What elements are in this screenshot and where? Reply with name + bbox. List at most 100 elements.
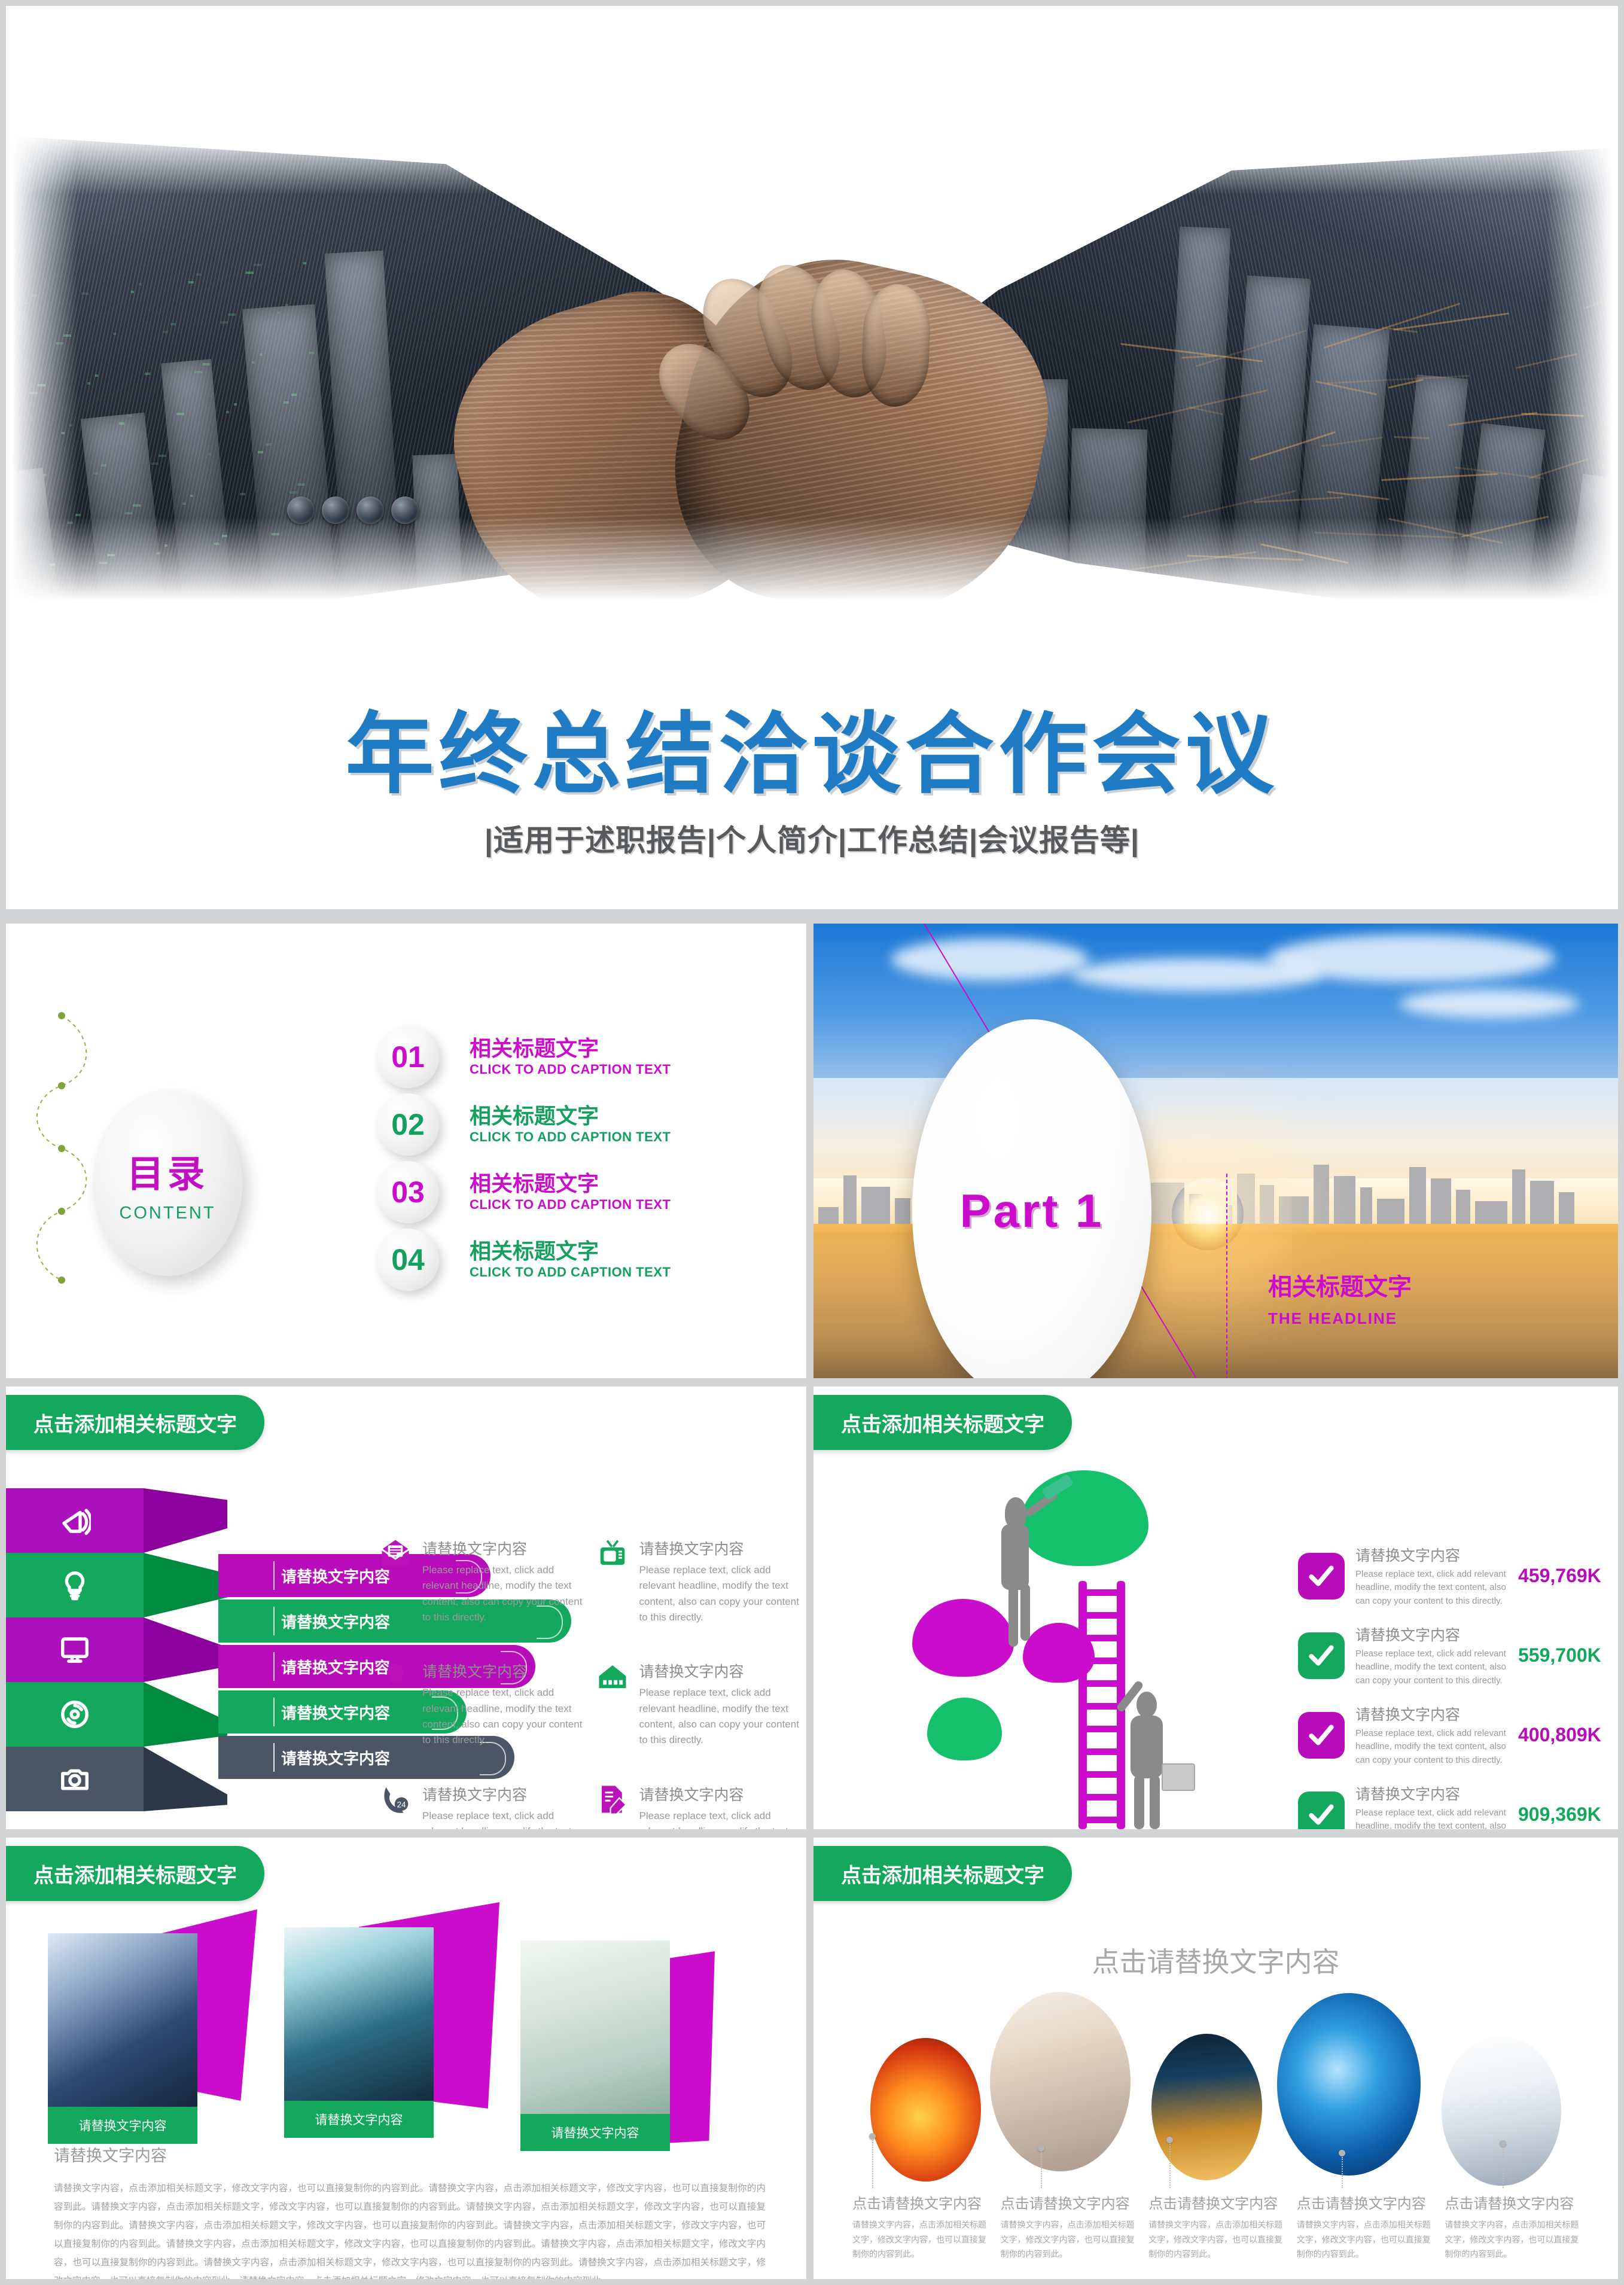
photo-card-caption: 请替换文字内容 [284, 2101, 434, 2138]
feature-item[interactable]: 请替换文字内容 Please replace text, click add r… [377, 1660, 588, 1748]
megaphone-icon [6, 1488, 144, 1553]
photo-card[interactable]: 请替换文字内容 [284, 1927, 434, 2138]
disc-icon [6, 1682, 144, 1747]
feature-body: Please replace text, click add relevant … [639, 1687, 799, 1746]
feature-item[interactable]: 请替换文字内容 Please replace text, click add r… [377, 1537, 588, 1625]
checklist-body: Please replace text, click add relevant … [1355, 1807, 1506, 1829]
slide-pill-title: 点击添加相关标题文字 [6, 1395, 264, 1450]
connector-dot [869, 2133, 876, 2140]
camera-icon [6, 1747, 144, 1811]
bar-label: 请替换文字内容 [281, 1567, 391, 1586]
toc-item-number: 02 [377, 1093, 439, 1156]
toc-item[interactable]: 03 相关标题文字 CLICK TO ADD CAPTION TEXT [353, 1158, 784, 1226]
slide-part-divider: Part 1 相关标题文字 THE HEADLINE [813, 924, 1618, 1378]
photo-cards: 请替换文字内容 请替换文字内容 请替换文字内容 [30, 1902, 784, 2151]
checklist-row[interactable]: 请替换文字内容 Please replace text, click add r… [1298, 1616, 1609, 1695]
feature-grid: 请替换文字内容 Please replace text, click add r… [377, 1537, 805, 1829]
part-headline-block: 相关标题文字 THE HEADLINE [1268, 1268, 1412, 1328]
toc-item-number: 01 [377, 1025, 439, 1088]
checklist-heading: 请替换文字内容 [1355, 1547, 1461, 1564]
toc-item-number: 03 [377, 1160, 439, 1223]
slide-pill-title: 点击添加相关标题文字 [813, 1846, 1072, 1901]
checklist-heading: 请替换文字内容 [1355, 1706, 1461, 1723]
toc-item-heading: 相关标题文字 [470, 1103, 599, 1128]
toc-badge-en: CONTENT [119, 1203, 216, 1223]
toc-item-heading: 相关标题文字 [470, 1238, 599, 1263]
checklist-row[interactable]: 请替换文字内容 Please replace text, click add r… [1298, 1775, 1609, 1829]
gallery-heading: 点击请替换文字内容 [852, 2196, 982, 2212]
gallery-column: 点击请替换文字内容 请替换文字内容，点击添加相关标题文字，修改文字内容，也可以直… [1297, 2137, 1434, 2262]
checklist-row[interactable]: 请替换文字内容 Please replace text, click add r… [1298, 1695, 1609, 1775]
feature-item[interactable]: 请替换文字内容 Please replace text, click add r… [594, 1660, 805, 1748]
toc-item[interactable]: 01 相关标题文字 CLICK TO ADD CAPTION TEXT [353, 1023, 784, 1090]
slide-circle-gallery: 点击添加相关标题文字 点击请替换文字内容 点击请替换文字内容 请替换文字内容，点… [813, 1838, 1618, 2279]
connector-dot [1500, 2140, 1507, 2147]
check-icon [1298, 1632, 1345, 1679]
checklist-heading: 请替换文字内容 [1355, 1786, 1461, 1803]
connector-line [1503, 2147, 1504, 2188]
feature-item[interactable]: 请替换文字内容 Please replace text, click add r… [594, 1537, 805, 1625]
checklist-value: 559,700K [1518, 1644, 1601, 1666]
gallery-caption-row: 点击请替换文字内容 请替换文字内容，点击添加相关标题文字，修改文字内容，也可以直… [852, 2133, 1582, 2262]
gallery-body: 请替换文字内容，点击添加相关标题文字，修改文字内容，也可以直接复制你的内容到此。 [1296, 2220, 1431, 2259]
feature-item[interactable]: 24 请替换文字内容 Please replace text, click ad… [377, 1783, 588, 1829]
check-icon [1298, 1552, 1345, 1600]
connector-line [1040, 2152, 1042, 2188]
toc-item-heading: 相关标题文字 [470, 1171, 599, 1196]
feature-heading: 请替换文字内容 [422, 1541, 528, 1558]
connector-line [1341, 2157, 1343, 2188]
connector-line [1169, 2144, 1171, 2188]
slide-photo-collage: 点击添加相关标题文字 请替换文字内容 请替换文字内容 请替换文字内容 请替换文字… [6, 1838, 806, 2279]
connector-dot [1037, 2145, 1044, 2152]
briefcase-icon [1162, 1763, 1195, 1791]
stack-item[interactable] [6, 1488, 293, 1553]
ladder-illustration [903, 1464, 1274, 1829]
check-icon [1298, 1711, 1345, 1759]
slide-pill-title: 点击添加相关标题文字 [813, 1395, 1072, 1450]
gallery-column: 点击请替换文字内容 请替换文字内容，点击添加相关标题文字，修改文字内容，也可以直… [1001, 2137, 1138, 2262]
slide-layered-bars: 点击添加相关标题文字 请替换文字内容 请替换文字内容 请替换文字内容 请替换文字… [6, 1387, 806, 1829]
svg-text:24: 24 [397, 1800, 407, 1809]
toc-item-caption: CLICK TO ADD CAPTION TEXT [470, 1062, 671, 1077]
photo-card[interactable]: 请替换文字内容 [520, 1940, 670, 2151]
toc-item-caption: CLICK TO ADD CAPTION TEXT [470, 1129, 671, 1145]
toc-item-caption: CLICK TO ADD CAPTION TEXT [470, 1265, 671, 1280]
gallery-body: 请替换文字内容，点击添加相关标题文字，修改文字内容，也可以直接复制你的内容到此。 [1148, 2220, 1283, 2259]
edit-document-icon [594, 1783, 631, 1820]
lightbulb-icon [6, 1553, 144, 1617]
feature-body: Please replace text, click add relevant … [422, 1564, 583, 1623]
monitor-icon [6, 1617, 144, 1682]
gallery-column: 点击请替换文字内容 请替换文字内容，点击添加相关标题文字，修改文字内容，也可以直… [852, 2133, 990, 2262]
photo-card-caption: 请替换文字内容 [48, 2107, 197, 2144]
toc-item-caption: CLICK TO ADD CAPTION TEXT [470, 1197, 671, 1212]
gallery-body: 请替换文字内容，点击添加相关标题文字，修改文字内容，也可以直接复制你的内容到此。 [1000, 2220, 1135, 2259]
photo-card[interactable]: 请替换文字内容 [48, 1933, 197, 2144]
bar-label: 请替换文字内容 [281, 1613, 391, 1631]
bar-label: 请替换文字内容 [281, 1658, 391, 1677]
ppt-preview-page: 年终总结洽谈合作会议 |适用于述职报告|个人简介|工作总结|会议报告等| 目录 … [0, 0, 1624, 2285]
feature-heading: 请替换文字内容 [639, 1541, 744, 1558]
gallery-heading: 点击请替换文字内容 [1296, 2196, 1426, 2212]
person-standing [1137, 1692, 1157, 1718]
checklist-heading: 请替换文字内容 [1355, 1626, 1461, 1644]
gallery-body: 请替换文字内容，点击添加相关标题文字，修改文字内容，也可以直接复制你的内容到此。 [852, 2220, 986, 2259]
body-heading: 请替换文字内容 [54, 2147, 167, 2165]
part-divider-line [1226, 1174, 1227, 1378]
gallery-column: 点击请替换文字内容 请替换文字内容，点击添加相关标题文字，修改文字内容，也可以直… [1445, 2137, 1582, 2262]
feature-body: Please replace text, click add relevant … [422, 1687, 583, 1746]
toc-item[interactable]: 04 相关标题文字 CLICK TO ADD CAPTION TEXT [353, 1226, 784, 1293]
feature-heading: 请替换文字内容 [422, 1786, 528, 1803]
gallery-heading: 点击请替换文字内容 [1000, 2196, 1130, 2212]
checklist-body: Please replace text, click add relevant … [1355, 1648, 1506, 1686]
connector-line [872, 2140, 873, 2188]
toc-item[interactable]: 02 相关标题文字 CLICK TO ADD CAPTION TEXT [353, 1090, 784, 1158]
checklist-value: 459,769K [1518, 1565, 1601, 1586]
gallery-center-title: 点击请替换文字内容 [1092, 1946, 1340, 1978]
feature-item[interactable]: 请替换文字内容 Please replace text, click add r… [594, 1783, 805, 1829]
envelope-icon [377, 1537, 414, 1574]
checklist-row[interactable]: 请替换文字内容 Please replace text, click add r… [1298, 1536, 1609, 1616]
page-title: 年终总结洽谈合作会议 [345, 705, 1279, 804]
checklist-body: Please replace text, click add relevant … [1355, 1728, 1506, 1765]
hand-touching-gears-interface [520, 1940, 670, 2114]
gallery-column: 点击请替换文字内容 请替换文字内容，点击添加相关标题文字，修改文字内容，也可以直… [1148, 2137, 1286, 2262]
